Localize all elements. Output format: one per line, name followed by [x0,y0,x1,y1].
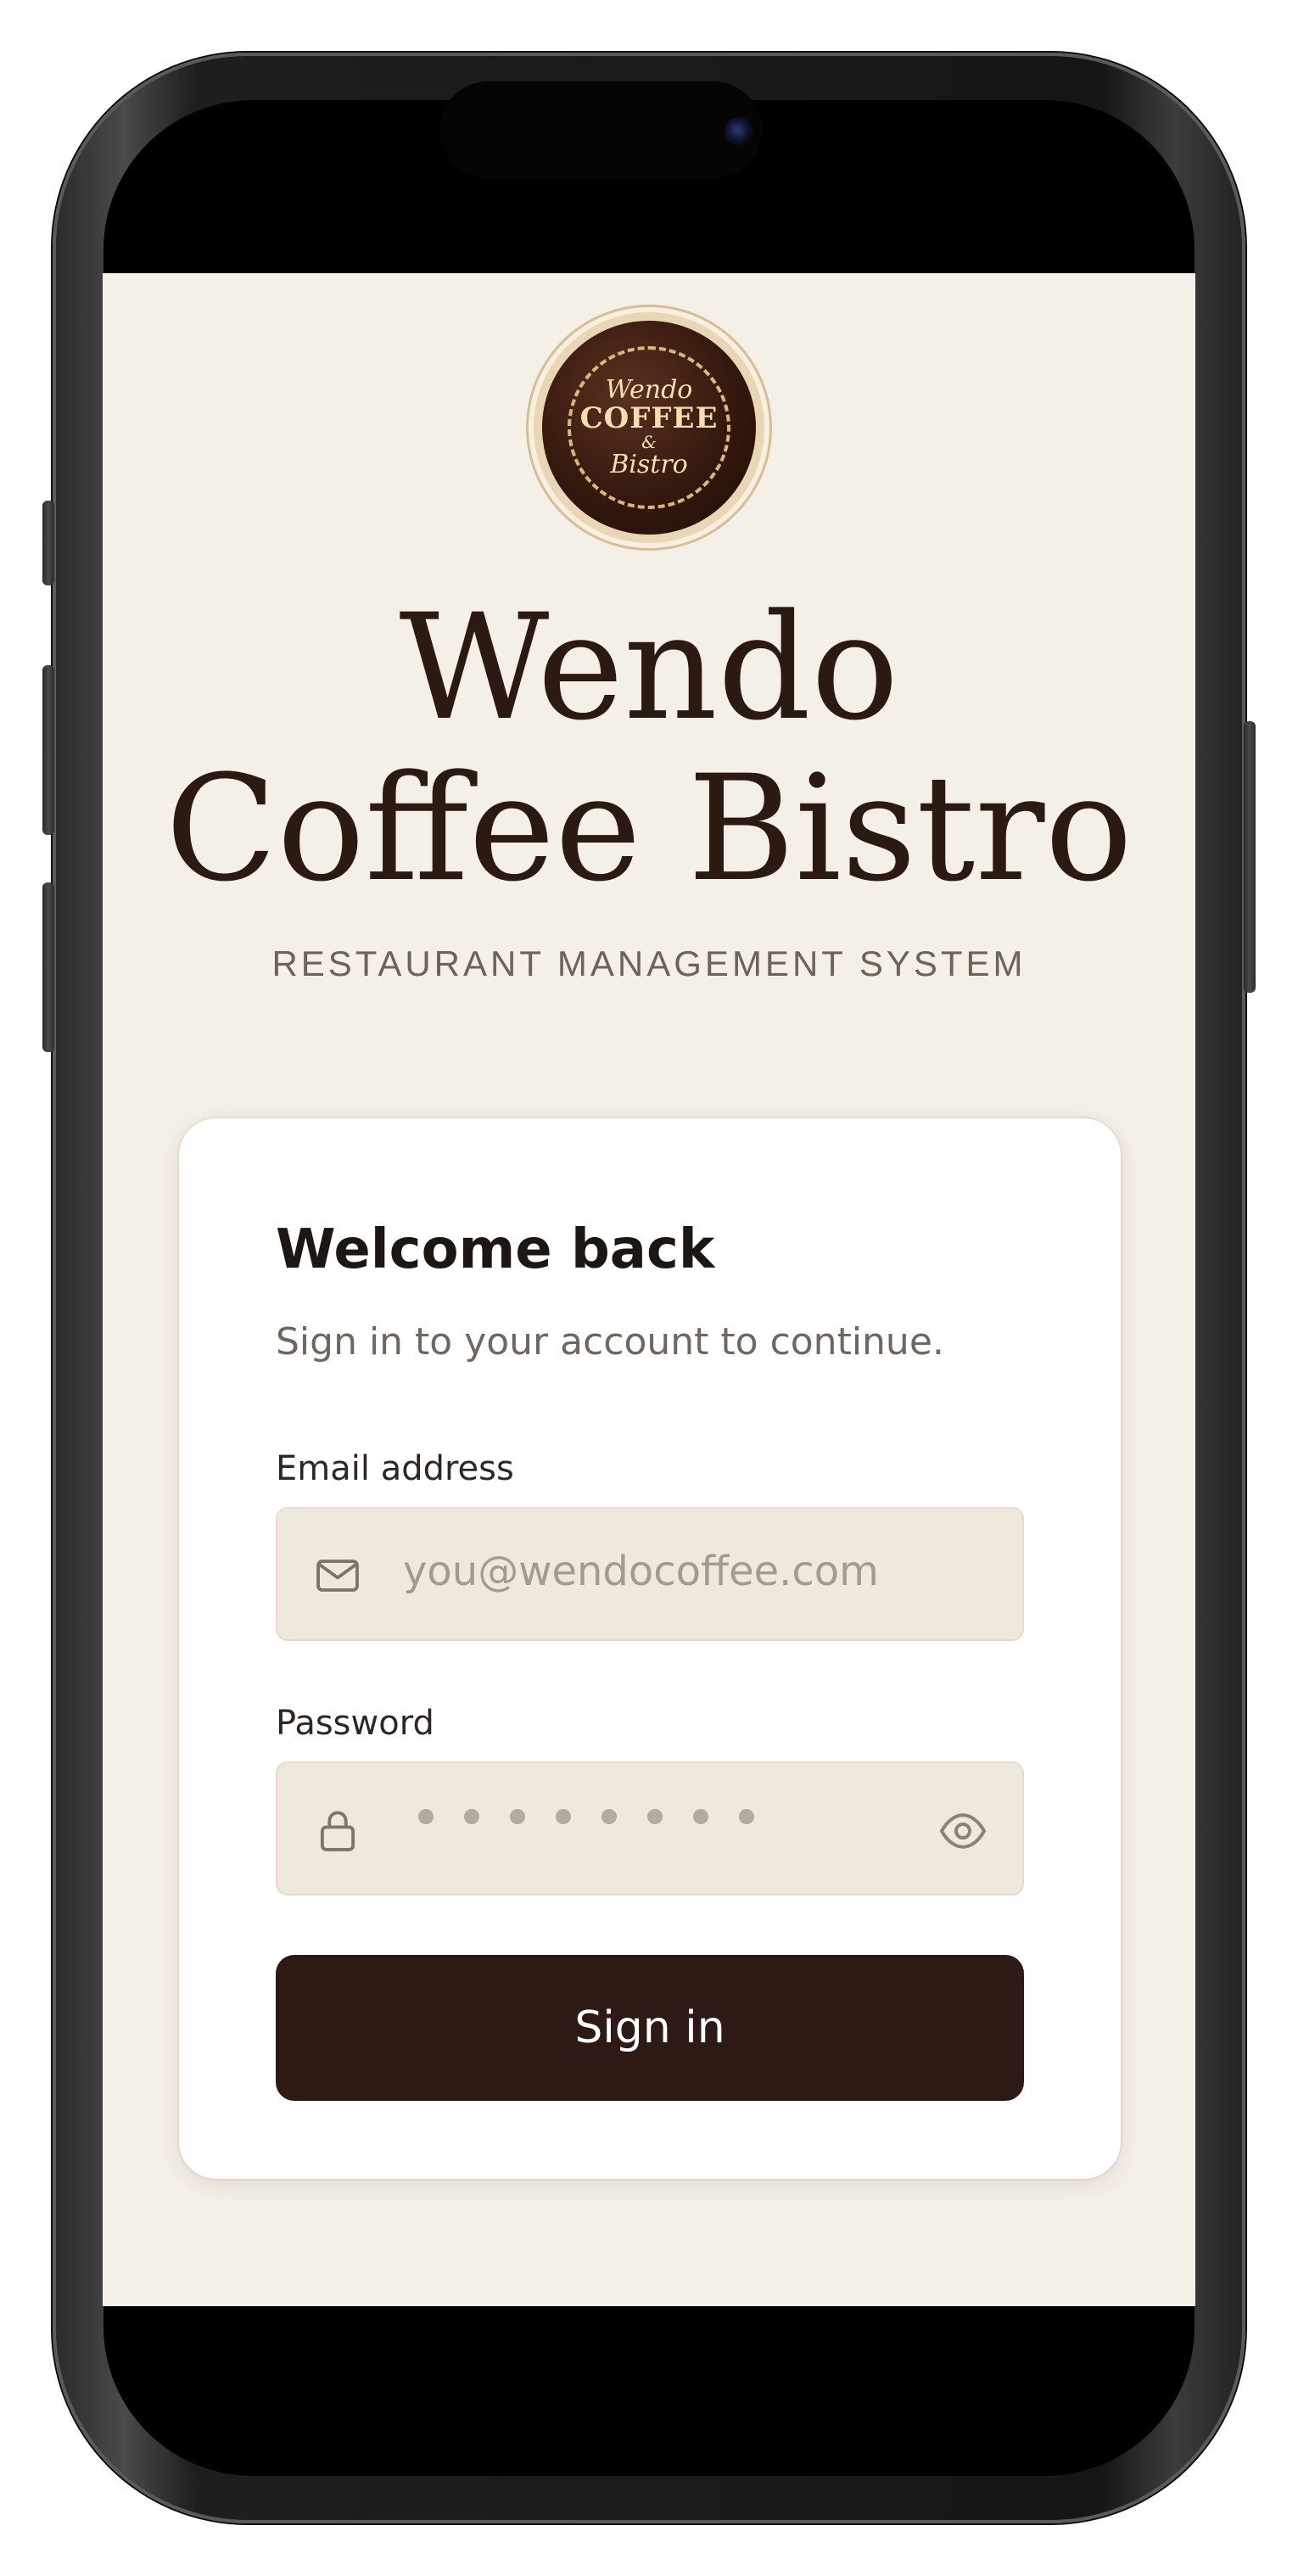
password-dot [739,1809,754,1824]
logo-line-3: & [580,434,719,451]
logo-line-2: COFFEE [580,404,719,434]
brand-title: Wendo Coffee Bistro [103,587,1195,910]
login-card: Welcome back Sign in to your account to … [179,1118,1121,2179]
brand-logo: Wendo COFFEE & Bistro [529,307,769,548]
email-field[interactable]: you@wendocoffee.com [276,1507,1024,1641]
password-dot [464,1809,479,1824]
logo-line-1: Wendo [580,377,719,404]
email-placeholder: you@wendocoffee.com [403,1548,879,1595]
mail-icon [313,1551,362,1600]
dynamic-island [439,81,762,178]
camera-icon [725,117,753,146]
sign-in-button[interactable]: Sign in [276,1955,1024,2101]
logo-badge: Wendo COFFEE & Bistro [542,321,756,535]
lock-icon [313,1806,362,1855]
password-dot [647,1809,663,1824]
password-label: Password [276,1704,434,1743]
password-field[interactable] [276,1761,1024,1896]
login-heading: Welcome back [276,1218,714,1281]
password-dot [556,1809,571,1824]
volume-up-button [42,665,54,835]
login-subheading: Sign in to your account to continue. [276,1320,944,1364]
eye-icon[interactable] [937,1806,988,1856]
volume-down-button [42,882,54,1052]
action-button [42,501,54,585]
email-label: Email address [276,1449,514,1488]
password-dot [693,1809,708,1824]
password-mask [418,1809,754,1824]
power-button [1244,721,1256,993]
login-screen: Wendo COFFEE & Bistro Wendo Coffee Bistr… [103,273,1195,2306]
password-dot [510,1809,525,1824]
brand-title-line-1: Wendo [103,587,1195,748]
logo-text: Wendo COFFEE & Bistro [580,377,719,479]
password-dot [418,1809,434,1824]
password-dot [601,1809,617,1824]
brand-subtitle: RESTAURANT MANAGEMENT SYSTEM [103,944,1195,984]
logo-line-4: Bistro [580,451,719,479]
brand-title-line-2: Coffee Bistro [103,748,1195,910]
